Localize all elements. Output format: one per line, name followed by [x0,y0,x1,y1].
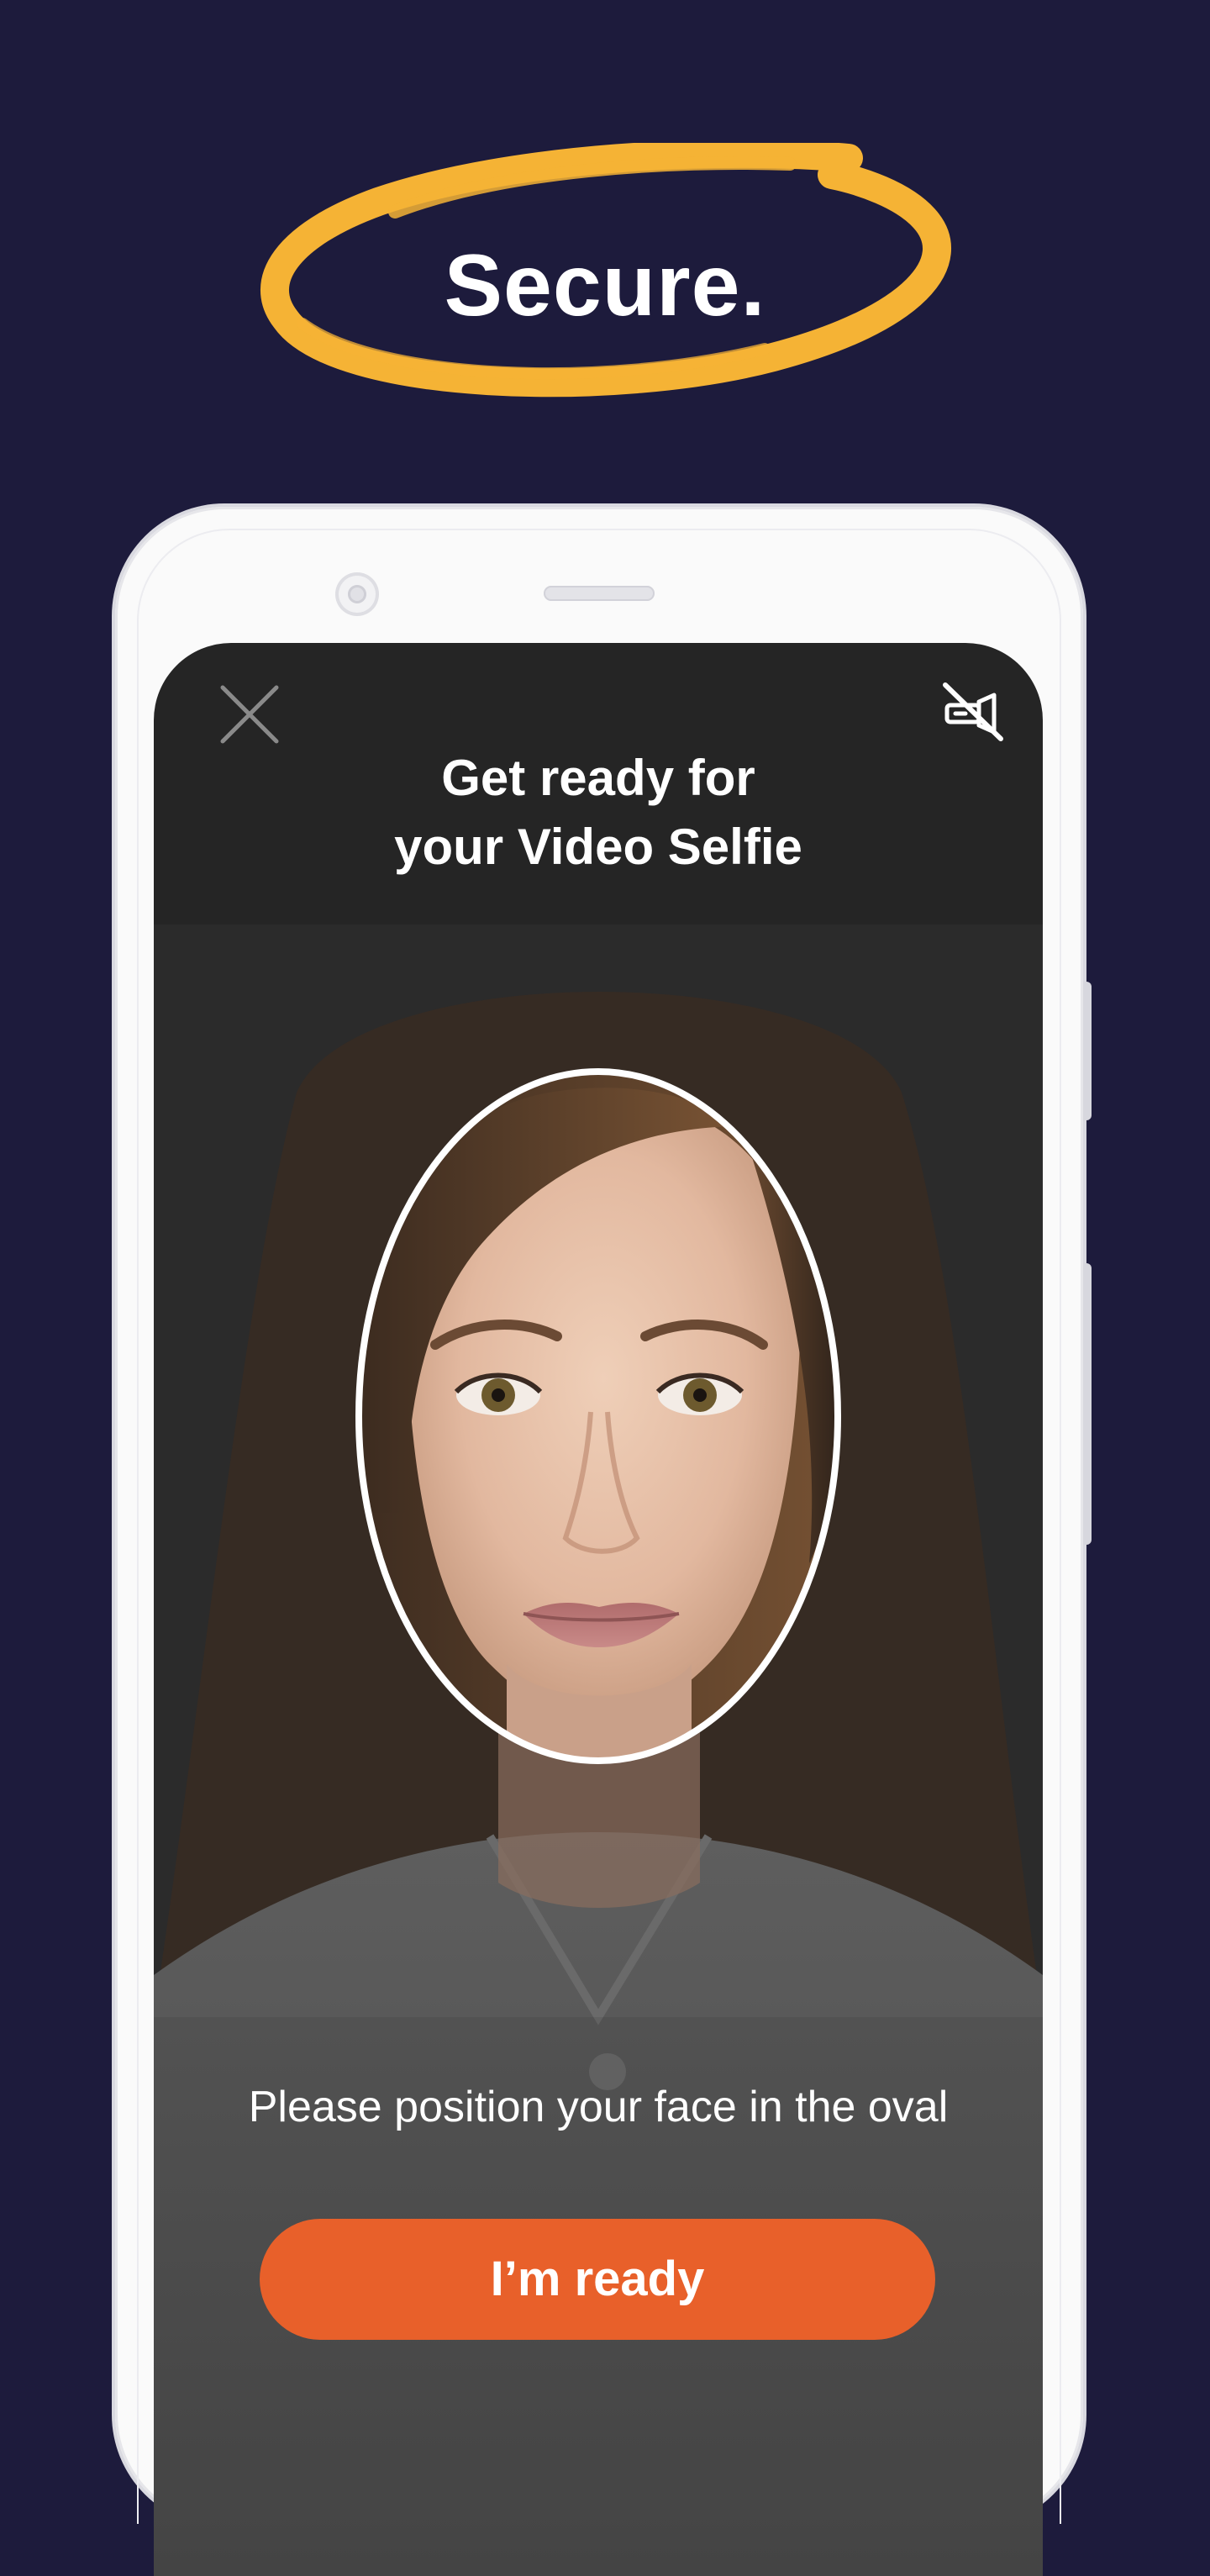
ready-button[interactable]: I’m ready [260,2219,935,2340]
flash-toggle-button[interactable] [939,677,1009,747]
headline-section: Secure. [252,143,958,429]
selfie-screen: Get ready for your Video Selfie Please p… [154,643,1043,2576]
phone-frame: Get ready for your Video Selfie Please p… [115,507,1092,2576]
close-button[interactable] [216,681,283,748]
instruction-text: Please position your face in the oval [248,2083,949,2131]
screen-title-line1: Get ready for [441,750,755,806]
phone-speaker [544,586,655,601]
phone-side-button [1083,982,1092,1120]
headline-title: Secure. [444,237,766,335]
screen-title-line2: your Video Selfie [394,819,802,875]
close-icon [220,685,279,744]
phone-volume-button [1083,1263,1092,1545]
flash-off-icon [943,682,1003,741]
front-camera [335,572,379,616]
screen-title: Get ready for your Video Selfie [154,744,1043,882]
